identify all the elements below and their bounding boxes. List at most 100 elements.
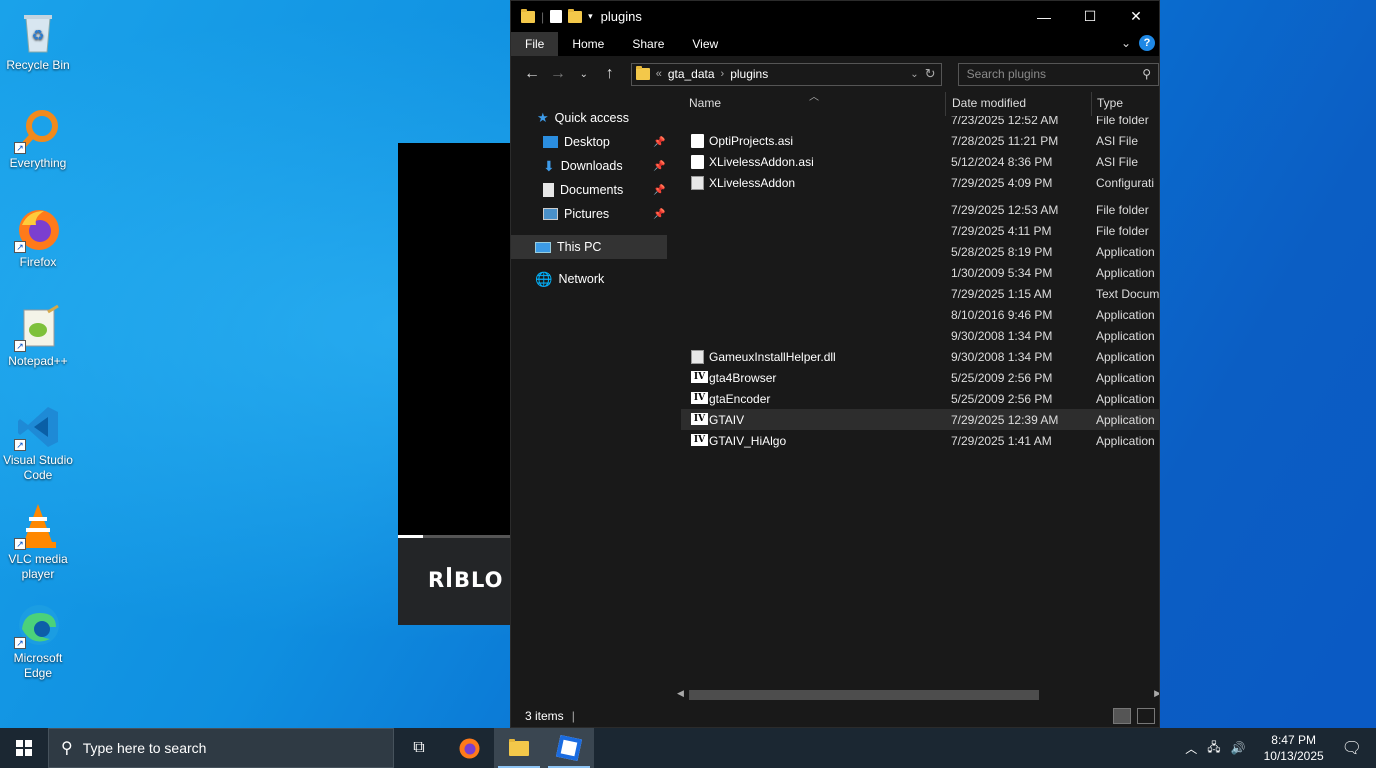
close-button[interactable]: ✕ [1113,1,1159,32]
gtaiv-app-icon: IV [691,371,708,383]
file-explorer-window[interactable]: | ▾ plugins — ☐ ✕ File Home Share View ⌄… [510,0,1160,728]
file-type: Application [1096,350,1155,364]
help-icon[interactable]: ? [1139,35,1155,51]
large-icons-view-button[interactable] [1137,708,1155,724]
file-row[interactable]: 8/10/2016 9:46 PM Application [681,304,1159,325]
roblox-window[interactable]: RꟾBLO [398,143,518,625]
file-row[interactable]: 5/28/2025 8:19 PM Application [681,241,1159,262]
desktop-icon-vscode[interactable]: ↗ Visual Studio Code [2,403,74,483]
file-row[interactable]: IV gta4Browser 5/25/2009 2:56 PM Applicatio… [681,367,1159,388]
status-divider: | [571,709,575,723]
network-icon[interactable]: 🖧 [1207,738,1220,759]
task-view-button[interactable]: ⧉ [394,728,444,768]
maximize-button[interactable]: ☐ [1067,1,1113,32]
file-row[interactable]: 9/30/2008 1:34 PM Application [681,325,1159,346]
tab-file[interactable]: File [511,32,559,56]
shortcut-arrow-icon: ↗ [14,241,26,253]
desktop-icon-vlc[interactable]: ↗ VLC media player [2,502,74,582]
nav-item-documents[interactable]: Documents 📌 [543,178,669,202]
address-bar[interactable]: « gta_data › plugins ⌄ ↻ [630,62,942,86]
tab-view[interactable]: View [678,32,732,56]
column-header-name[interactable]: Name [689,92,721,114]
notifications-icon[interactable]: 🗨 [1342,738,1362,758]
properties-icon[interactable] [550,10,563,23]
nav-item-desktop[interactable]: Desktop 📌 [543,130,669,154]
details-view-button[interactable] [1113,708,1131,724]
nav-item-network[interactable]: 🌐 Network [535,267,604,291]
horizontal-scrollbar[interactable]: ◀ ▶ [677,688,1159,702]
file-row[interactable]: 7/23/2025 12:52 AM File folder [681,116,1159,130]
back-button[interactable]: ← [521,65,543,83]
file-row[interactable]: IVGTAIV_SwiftShader7/29/2025 1:41 AMAppl… [681,451,1159,452]
column-header-type[interactable]: Type [1097,92,1123,114]
new-folder-icon[interactable] [568,8,583,23]
recycle-bin-icon: ♻ [14,8,62,56]
search-input[interactable]: Search plugins ⚲ [957,62,1159,86]
file-row[interactable]: XLivelessAddon.asi 5/12/2024 8:36 PM ASI F… [681,151,1159,172]
desktop-icon-edge[interactable]: ↗ Microsoft Edge [2,601,74,681]
column-divider[interactable] [945,92,946,116]
overflow-breadcrumb[interactable]: « [656,68,662,80]
file-row[interactable]: IV GTAIV 7/29/2025 12:39 AM Application [681,409,1159,430]
pin-icon: 📌 [653,208,666,220]
desktop-icon-firefox[interactable]: ↗ Firefox [2,205,74,270]
desktop-icon-everything[interactable]: ↗ Everything [2,106,74,171]
clock[interactable]: 8:47 PM 10/13/2025 [1264,732,1324,764]
breadcrumb-separator[interactable]: › [721,68,725,80]
breadcrumb-gta-data[interactable]: gta_data [668,67,715,81]
pin-icon: 📌 [653,184,666,196]
minimize-button[interactable]: — [1021,1,1067,32]
up-button[interactable]: ↑ [599,65,621,83]
breadcrumb-plugins[interactable]: plugins [730,67,768,81]
recent-locations-button[interactable]: ⌄ [573,69,595,80]
column-header-date[interactable]: Date modified [952,92,1026,114]
file-list: ︿ Name Date modified Type 7/23/2025 12:5… [669,92,1159,702]
taskbar-firefox[interactable] [444,728,494,768]
chevron-down-icon[interactable]: ⌄ [910,69,918,80]
desktop-icon-recycle-bin[interactable]: ♻ Recycle Bin [2,8,74,73]
file-date: 7/29/2025 1:41 AM [951,434,1052,448]
sort-ascending-icon: ︿ [809,92,819,103]
show-hidden-icons-icon[interactable]: ︿ [1185,740,1197,757]
column-divider[interactable] [1091,92,1092,116]
network-icon: 🌐 [535,270,553,287]
file-row[interactable]: 7/29/2025 4:11 PM File folder [681,220,1159,241]
desktop-icon-notepadpp[interactable]: ↗ Notepad++ [2,304,74,369]
scroll-left-icon[interactable]: ◀ [677,688,684,699]
tab-home[interactable]: Home [558,32,618,56]
file-row[interactable]: 7/29/2025 12:53 AM File folder [681,199,1159,220]
volume-icon[interactable]: 🔊 [1231,741,1246,755]
tab-share[interactable]: Share [618,32,678,56]
shortcut-arrow-icon: ↗ [14,439,26,451]
chevron-down-icon[interactable]: ▾ [588,11,593,22]
title-bar[interactable]: | ▾ plugins — ☐ ✕ [511,1,1159,32]
scrollbar-thumb[interactable] [689,690,1039,700]
file-row[interactable]: IV gtaEncoder 5/25/2009 2:56 PM Application [681,388,1159,409]
nav-label: Network [558,272,605,286]
nav-item-downloads[interactable]: ⬇ Downloads 📌 [543,154,669,178]
file-row[interactable]: IV GTAIV_HiAlgo 7/29/2025 1:41 AM Applicati… [681,430,1159,451]
navigation-pane: ★ Quick access Desktop 📌 ⬇ Downloads 📌 D… [511,92,669,702]
file-row[interactable]: OptiProjects.asi 7/28/2025 11:21 PM ASI Fi… [681,130,1159,151]
taskbar-search-box[interactable]: ⚲ Type here to search [48,728,394,768]
expand-ribbon-icon[interactable]: ⌄ [1121,36,1131,50]
refresh-icon[interactable]: ↻ [925,66,936,82]
nav-label: This PC [557,240,602,254]
start-button[interactable] [0,728,48,768]
file-row[interactable]: 1/30/2009 5:34 PM Application [681,262,1159,283]
file-row[interactable]: XLivelessAddon 7/29/2025 4:09 PM Configura… [681,172,1159,193]
file-row[interactable]: 7/29/2025 1:15 AM Text Docum [681,283,1159,304]
nav-item-quick-access[interactable]: ★ Quick access [537,106,629,130]
navigation-bar: ← → ⌄ ↑ « gta_data › plugins ⌄ ↻ Search … [511,56,1159,92]
roblox-icon [555,734,583,762]
scroll-right-icon[interactable]: ▶ [1154,688,1159,699]
nav-item-pictures[interactable]: Pictures 📌 [543,202,669,226]
file-row[interactable]: GameuxInstallHelper.dll 9/30/2008 1:34 PM… [681,346,1159,367]
file-explorer-icon [509,738,529,756]
file-name: GTAIV [709,413,745,427]
forward-button[interactable]: → [547,65,569,83]
nav-item-this-pc[interactable]: This PC [535,235,601,259]
taskbar-file-explorer[interactable] [494,728,544,768]
file-rows: 7/23/2025 12:52 AM File folder OptiProject… [669,116,1159,452]
taskbar-roblox[interactable] [544,728,594,768]
